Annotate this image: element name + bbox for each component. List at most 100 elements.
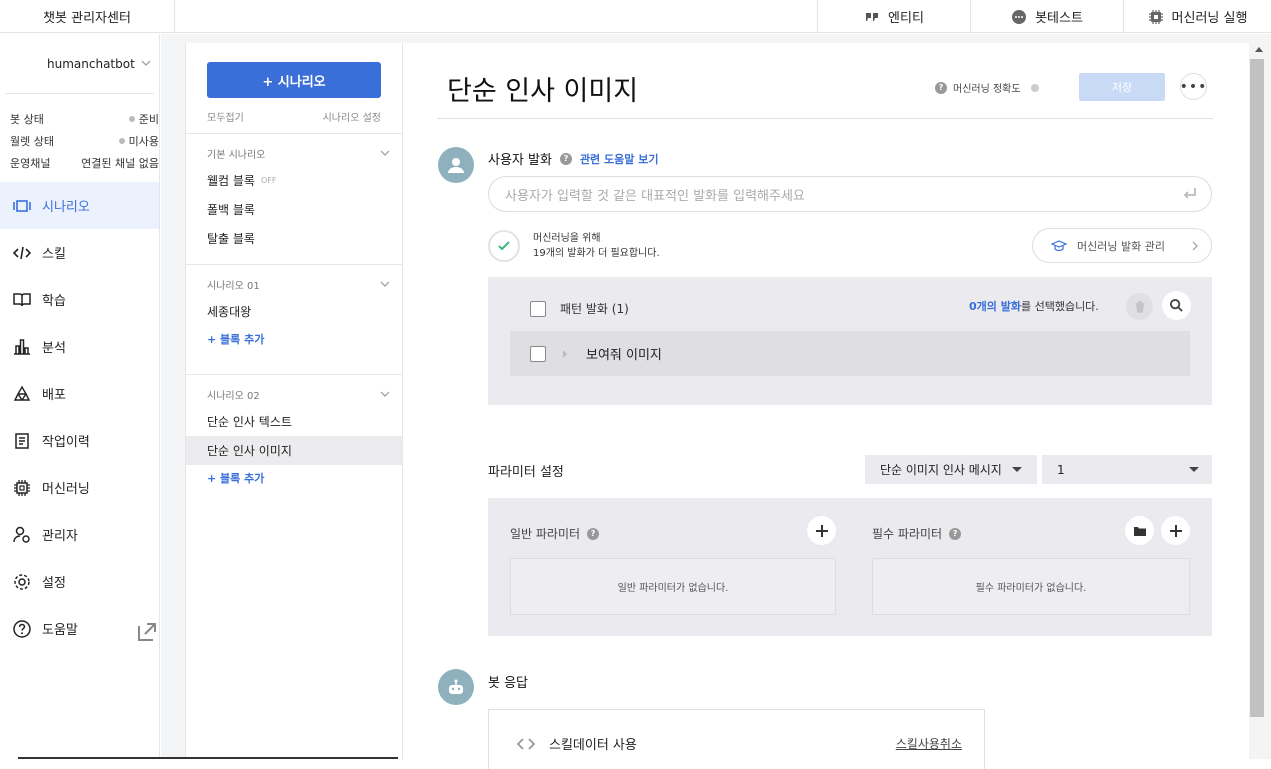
scenario-group-title: 기본 시나리오 (207, 149, 266, 161)
help-icon[interactable]: ? (587, 527, 600, 540)
add-general-param-button[interactable] (807, 516, 836, 545)
sidebar-item-label: 설정 (42, 576, 66, 591)
status-row: 운영채널 연결된 채널 없음 (10, 152, 159, 174)
caret-right-icon[interactable] (562, 349, 568, 358)
sidebar-item-skill[interactable]: 스킬 (0, 229, 159, 276)
topnav-ml-run-label: 머신러닝 실행 (1171, 11, 1248, 26)
sidebar-item-label: 관리자 (42, 529, 78, 544)
block-item-selected[interactable]: 단순 인사 이미지 (186, 436, 402, 465)
more-options-button[interactable]: ••• (1180, 73, 1207, 100)
collapse-all-link[interactable]: 모두접기 (207, 109, 244, 124)
top-bar: 챗봇 관리자센터 엔티티 봇테스트 머신러닝 실행 (0, 0, 1271, 33)
scenario-group-01: 시나리오 01 세종대왕 + 블록 추가 (186, 264, 402, 352)
chevron-down-icon (141, 60, 151, 66)
scroll-thumb[interactable] (1250, 59, 1264, 717)
sidebar-item-label: 스킬 (42, 247, 66, 262)
bot-selector[interactable]: humanchatbot (5, 34, 154, 94)
sidebar-item-deploy[interactable]: 배포 (0, 370, 159, 417)
dropdown-arrow-icon (1189, 467, 1199, 472)
sidebar-item-scenario[interactable]: 시나리오 (0, 182, 159, 229)
scenario-settings-link[interactable]: 시나리오 설정 (323, 109, 381, 124)
accuracy-dot (1030, 83, 1039, 92)
sidebar-item-history[interactable]: 작업이력 (0, 417, 159, 464)
add-required-param-button[interactable] (1161, 516, 1190, 545)
sidebar-item-ml[interactable]: 머신러닝 (0, 464, 159, 511)
scenario-group-02: 시나리오 02 단순 인사 텍스트 단순 인사 이미지 + 블록 추가 (186, 374, 402, 491)
help-link[interactable]: 관련 도움말 보기 (580, 151, 659, 167)
user-icon (448, 158, 464, 173)
block-item[interactable]: 탈출 블록 (186, 224, 402, 253)
main-scrollbar[interactable] (1249, 43, 1271, 759)
scenario-group-header[interactable]: 시나리오 01 (186, 271, 402, 297)
scenario-group-header[interactable]: 기본 시나리오 (186, 140, 402, 166)
quote-icon (866, 12, 879, 21)
block-item[interactable]: 세종대왕 (186, 297, 402, 326)
block-label: 탈출 블록 (207, 232, 255, 246)
skill-cancel-link[interactable]: 스킬사용취소 (896, 735, 962, 752)
select-all-checkbox[interactable] (530, 300, 546, 317)
sidebar-item-admin[interactable]: 관리자 (0, 511, 159, 558)
sidebar-item-label: 학습 (42, 294, 66, 309)
general-param-empty: 일반 파라미터가 없습니다. (510, 558, 836, 615)
status-row: 봇 상태 준비 (10, 108, 159, 130)
required-param-empty: 필수 파라미터가 없습니다. (872, 558, 1190, 615)
sidebar-item-help[interactable]: 도움말 (0, 605, 159, 652)
add-block-link[interactable]: + 블록 추가 (186, 465, 402, 491)
scenario-group-header[interactable]: 시나리오 02 (186, 381, 402, 407)
block-item[interactable]: 폴백 블록 (186, 195, 402, 224)
skill-data-label: 스킬데이터 사용 (549, 738, 637, 753)
param-value-dropdown[interactable]: 1 (1042, 455, 1212, 484)
scroll-up-arrow-icon[interactable] (1255, 47, 1263, 52)
ml-status: 머신러닝을 위해 19개의 발화가 더 필요합니다. (488, 230, 660, 262)
user-utterance-header: 사용자 발화 ? 관련 도움말 보기 (488, 149, 658, 168)
add-scenario-button[interactable]: + 시나리오 (207, 62, 381, 98)
topnav-bottest-label: 봇테스트 (1035, 11, 1083, 26)
deploy-icon (13, 385, 31, 401)
chevron-down-icon (380, 150, 390, 156)
chip-icon (14, 479, 30, 496)
folder-button[interactable] (1125, 516, 1154, 545)
sidebar-item-analysis[interactable]: 분석 (0, 323, 159, 370)
save-button[interactable]: 저장 (1079, 73, 1165, 101)
sidebar-item-settings[interactable]: 설정 (0, 558, 159, 605)
search-button[interactable] (1162, 291, 1191, 320)
help-icon[interactable]: ? (949, 527, 962, 540)
row-checkbox[interactable] (530, 345, 546, 362)
ml-utterance-manage-button[interactable]: 머신러닝 발화 관리 (1032, 228, 1212, 263)
general-param-title: 일반 파라미터 (510, 527, 581, 541)
block-item[interactable]: 웰컴 블록 OFF (186, 166, 402, 195)
pattern-row[interactable]: 보여줘 이미지 (510, 331, 1190, 376)
sidebar-item-learning[interactable]: 학습 (0, 276, 159, 323)
gear-icon (14, 573, 30, 590)
status-label: 봇 상태 (10, 113, 44, 126)
add-block-link[interactable]: + 블록 추가 (186, 326, 402, 352)
scenario-actions: 모두접기 시나리오 설정 (207, 109, 381, 124)
block-item[interactable]: 단순 인사 텍스트 (186, 407, 402, 436)
topnav-entity[interactable]: 엔티티 (817, 0, 970, 33)
admin-icon (13, 526, 30, 543)
help-icon[interactable]: ? (559, 152, 572, 165)
dropdown-arrow-icon (1011, 467, 1022, 472)
selected-count: 0개의 발화 (969, 300, 1021, 313)
utterance-input[interactable]: 사용자가 입력할 것 같은 대표적인 발화를 입력해주세요 (488, 176, 1212, 212)
ml-accuracy: ? 머신러닝 정확도 (935, 80, 1039, 95)
ml-status-line1: 머신러닝을 위해 (533, 233, 601, 244)
delete-button[interactable] (1126, 293, 1153, 320)
enter-icon[interactable] (1181, 185, 1199, 203)
topnav-bottest[interactable]: 봇테스트 (970, 0, 1123, 33)
scenario-group-basic: 기본 시나리오 웰컴 블록 OFF 폴백 블록 탈출 블록 (186, 133, 402, 253)
help-icon[interactable]: ? (935, 81, 947, 94)
left-nav: humanchatbot 봇 상태 준비 월렛 상태 미사용 운영채널 연결된 채널 … (0, 34, 160, 759)
block-label: 세종대왕 (207, 305, 252, 319)
chat-bubble-icon (1012, 9, 1027, 24)
user-avatar (438, 147, 474, 183)
status-value: 미사용 (128, 135, 159, 148)
block-editor: 단순 인사 이미지 ? 머신러닝 정확도 저장 ••• 사용자 발화 ? 관련 … (403, 43, 1249, 769)
topnav-ml-run[interactable]: 머신러닝 실행 (1123, 0, 1271, 33)
chevron-down-icon (380, 391, 390, 397)
trash-icon (1135, 300, 1144, 313)
param-dropdown[interactable]: 단순 이미지 인사 메시지 (865, 455, 1037, 484)
param-dropdown-value: 단순 이미지 인사 메시지 (880, 463, 1002, 477)
top-nav: 엔티티 봇테스트 머신러닝 실행 (817, 0, 1271, 33)
bot-name: humanchatbot (47, 56, 135, 71)
